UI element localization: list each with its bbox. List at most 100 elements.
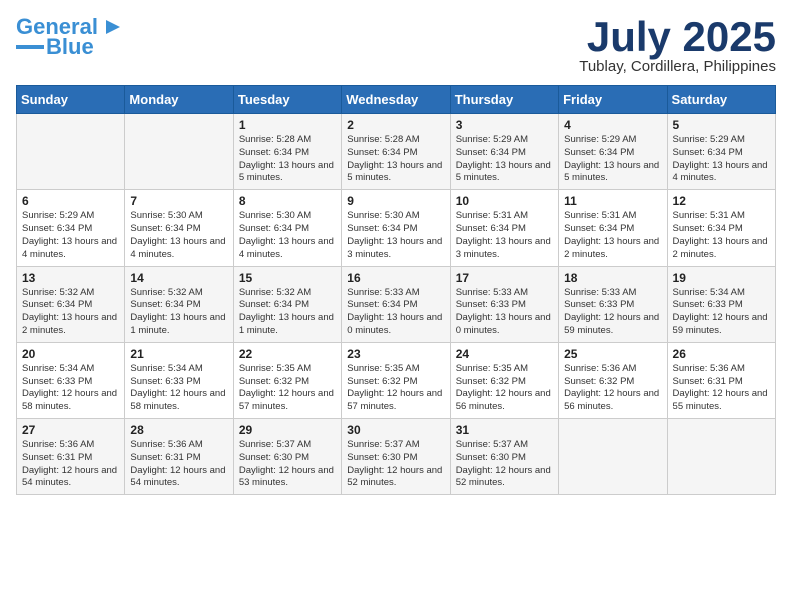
day-number: 8	[239, 194, 336, 208]
calendar-cell: 10 Sunrise: 5:31 AMSunset: 6:34 PMDayligh…	[450, 190, 558, 266]
calendar-body: 1 Sunrise: 5:28 AMSunset: 6:34 PMDaylight…	[17, 114, 776, 495]
calendar-cell: 27 Sunrise: 5:36 AMSunset: 6:31 PMDayligh…	[17, 419, 125, 495]
day-info: Sunrise: 5:36 AMSunset: 6:31 PMDaylight:…	[130, 439, 227, 490]
logo-blue: Blue	[46, 34, 94, 60]
calendar-cell: 18Sunrise: 5:33 AMSunset: 6:33 PMDayligh…	[559, 266, 667, 342]
calendar-cell: 14 Sunrise: 5:32 AMSunset: 6:34 PMDayligh…	[125, 266, 233, 342]
calendar-cell: 16Sunrise: 5:33 AMSunset: 6:34 PMDayligh…	[342, 266, 450, 342]
calendar-cell: 23Sunrise: 5:35 AMSunset: 6:32 PMDayligh…	[342, 342, 450, 418]
day-info: Sunrise: 5:34 AMSunset: 6:33 PMDaylight:…	[22, 363, 119, 414]
day-number: 20	[22, 347, 119, 361]
day-info: Sunrise: 5:34 AMSunset: 6:33 PMDaylight:…	[130, 363, 227, 414]
day-info: Sunrise: 5:30 AMSunset: 6:34 PMDaylight:…	[347, 210, 444, 261]
calendar-cell: 29 Sunrise: 5:37 AMSunset: 6:30 PMDayligh…	[233, 419, 341, 495]
calendar-cell: 7Sunrise: 5:30 AMSunset: 6:34 PMDaylight…	[125, 190, 233, 266]
day-info: Sunrise: 5:29 AMSunset: 6:34 PMDaylight:…	[673, 134, 770, 185]
day-number: 28	[130, 423, 227, 437]
day-number: 1	[239, 118, 336, 132]
location-title: Tublay, Cordillera, Philippines	[579, 58, 776, 75]
calendar-cell: 6 Sunrise: 5:29 AMSunset: 6:34 PMDaylight…	[17, 190, 125, 266]
day-number: 17	[456, 271, 553, 285]
calendar-table: SundayMondayTuesdayWednesdayThursdayFrid…	[16, 85, 776, 495]
day-info: Sunrise: 5:32 AMSunset: 6:34 PMDaylight:…	[239, 287, 336, 338]
day-info: Sunrise: 5:29 AMSunset: 6:34 PMDaylight:…	[564, 134, 661, 185]
day-info: Sunrise: 5:33 AMSunset: 6:34 PMDaylight:…	[347, 287, 444, 338]
day-number: 5	[673, 118, 770, 132]
calendar-cell: 3 Sunrise: 5:29 AMSunset: 6:34 PMDaylight…	[450, 114, 558, 190]
calendar-cell: 26 Sunrise: 5:36 AMSunset: 6:31 PMDayligh…	[667, 342, 775, 418]
day-number: 31	[456, 423, 553, 437]
day-info: Sunrise: 5:33 AMSunset: 6:33 PMDaylight:…	[564, 287, 661, 338]
day-info: Sunrise: 5:35 AMSunset: 6:32 PMDaylight:…	[456, 363, 553, 414]
calendar-cell: 31 Sunrise: 5:37 AMSunset: 6:30 PMDayligh…	[450, 419, 558, 495]
calendar-cell: 12 Sunrise: 5:31 AMSunset: 6:34 PMDayligh…	[667, 190, 775, 266]
day-number: 23	[347, 347, 444, 361]
weekday-header-friday: Friday	[559, 86, 667, 114]
day-number: 10	[456, 194, 553, 208]
day-info: Sunrise: 5:29 AMSunset: 6:34 PMDaylight:…	[456, 134, 553, 185]
day-info: Sunrise: 5:32 AMSunset: 6:34 PMDaylight:…	[130, 287, 227, 338]
day-info: Sunrise: 5:36 AMSunset: 6:31 PMDaylight:…	[22, 439, 119, 490]
calendar-cell: 20 Sunrise: 5:34 AMSunset: 6:33 PMDayligh…	[17, 342, 125, 418]
title-area: July 2025 Tublay, Cordillera, Philippine…	[579, 16, 776, 75]
day-number: 26	[673, 347, 770, 361]
day-info: Sunrise: 5:37 AMSunset: 6:30 PMDaylight:…	[456, 439, 553, 490]
day-info: Sunrise: 5:37 AMSunset: 6:30 PMDaylight:…	[239, 439, 336, 490]
day-number: 15	[239, 271, 336, 285]
day-number: 2	[347, 118, 444, 132]
day-number: 22	[239, 347, 336, 361]
calendar-cell	[17, 114, 125, 190]
day-number: 11	[564, 194, 661, 208]
logo: General Blue	[16, 16, 122, 60]
day-number: 6	[22, 194, 119, 208]
month-title: July 2025	[579, 16, 776, 58]
calendar-cell: 28 Sunrise: 5:36 AMSunset: 6:31 PMDayligh…	[125, 419, 233, 495]
day-number: 3	[456, 118, 553, 132]
day-number: 12	[673, 194, 770, 208]
calendar-week-5: 27 Sunrise: 5:36 AMSunset: 6:31 PMDayligh…	[17, 419, 776, 495]
day-info: Sunrise: 5:29 AMSunset: 6:34 PMDaylight:…	[22, 210, 119, 261]
calendar-cell: 9 Sunrise: 5:30 AMSunset: 6:34 PMDaylight…	[342, 190, 450, 266]
calendar-cell: 25 Sunrise: 5:36 AMSunset: 6:32 PMDayligh…	[559, 342, 667, 418]
calendar-week-3: 13Sunrise: 5:32 AMSunset: 6:34 PMDayligh…	[17, 266, 776, 342]
day-info: Sunrise: 5:37 AMSunset: 6:30 PMDaylight:…	[347, 439, 444, 490]
day-info: Sunrise: 5:35 AMSunset: 6:32 PMDaylight:…	[239, 363, 336, 414]
weekday-header-tuesday: Tuesday	[233, 86, 341, 114]
day-number: 19	[673, 271, 770, 285]
day-info: Sunrise: 5:30 AMSunset: 6:34 PMDaylight:…	[239, 210, 336, 261]
weekday-header-monday: Monday	[125, 86, 233, 114]
calendar-cell: 15 Sunrise: 5:32 AMSunset: 6:34 PMDayligh…	[233, 266, 341, 342]
logo-icon	[100, 16, 122, 38]
calendar-week-4: 20 Sunrise: 5:34 AMSunset: 6:33 PMDayligh…	[17, 342, 776, 418]
day-info: Sunrise: 5:28 AMSunset: 6:34 PMDaylight:…	[347, 134, 444, 185]
weekday-header-thursday: Thursday	[450, 86, 558, 114]
day-info: Sunrise: 5:31 AMSunset: 6:34 PMDaylight:…	[673, 210, 770, 261]
day-number: 14	[130, 271, 227, 285]
calendar-cell: 21 Sunrise: 5:34 AMSunset: 6:33 PMDayligh…	[125, 342, 233, 418]
weekday-header-sunday: Sunday	[17, 86, 125, 114]
day-info: Sunrise: 5:31 AMSunset: 6:34 PMDaylight:…	[456, 210, 553, 261]
calendar-cell: 24Sunrise: 5:35 AMSunset: 6:32 PMDayligh…	[450, 342, 558, 418]
day-info: Sunrise: 5:36 AMSunset: 6:31 PMDaylight:…	[673, 363, 770, 414]
calendar-cell: 2 Sunrise: 5:28 AMSunset: 6:34 PMDaylight…	[342, 114, 450, 190]
day-number: 4	[564, 118, 661, 132]
day-number: 9	[347, 194, 444, 208]
day-number: 21	[130, 347, 227, 361]
weekday-header-saturday: Saturday	[667, 86, 775, 114]
day-number: 27	[22, 423, 119, 437]
day-number: 29	[239, 423, 336, 437]
calendar-cell	[559, 419, 667, 495]
day-info: Sunrise: 5:34 AMSunset: 6:33 PMDaylight:…	[673, 287, 770, 338]
calendar-cell: 19 Sunrise: 5:34 AMSunset: 6:33 PMDayligh…	[667, 266, 775, 342]
day-number: 25	[564, 347, 661, 361]
day-number: 7	[130, 194, 227, 208]
calendar-week-2: 6 Sunrise: 5:29 AMSunset: 6:34 PMDaylight…	[17, 190, 776, 266]
weekday-header-row: SundayMondayTuesdayWednesdayThursdayFrid…	[17, 86, 776, 114]
calendar-cell	[125, 114, 233, 190]
calendar-cell: 4 Sunrise: 5:29 AMSunset: 6:34 PMDaylight…	[559, 114, 667, 190]
day-info: Sunrise: 5:33 AMSunset: 6:33 PMDaylight:…	[456, 287, 553, 338]
calendar-cell: 30Sunrise: 5:37 AMSunset: 6:30 PMDayligh…	[342, 419, 450, 495]
calendar-cell: 13Sunrise: 5:32 AMSunset: 6:34 PMDayligh…	[17, 266, 125, 342]
header: General Blue July 2025 Tublay, Cordiller…	[16, 16, 776, 75]
day-info: Sunrise: 5:36 AMSunset: 6:32 PMDaylight:…	[564, 363, 661, 414]
